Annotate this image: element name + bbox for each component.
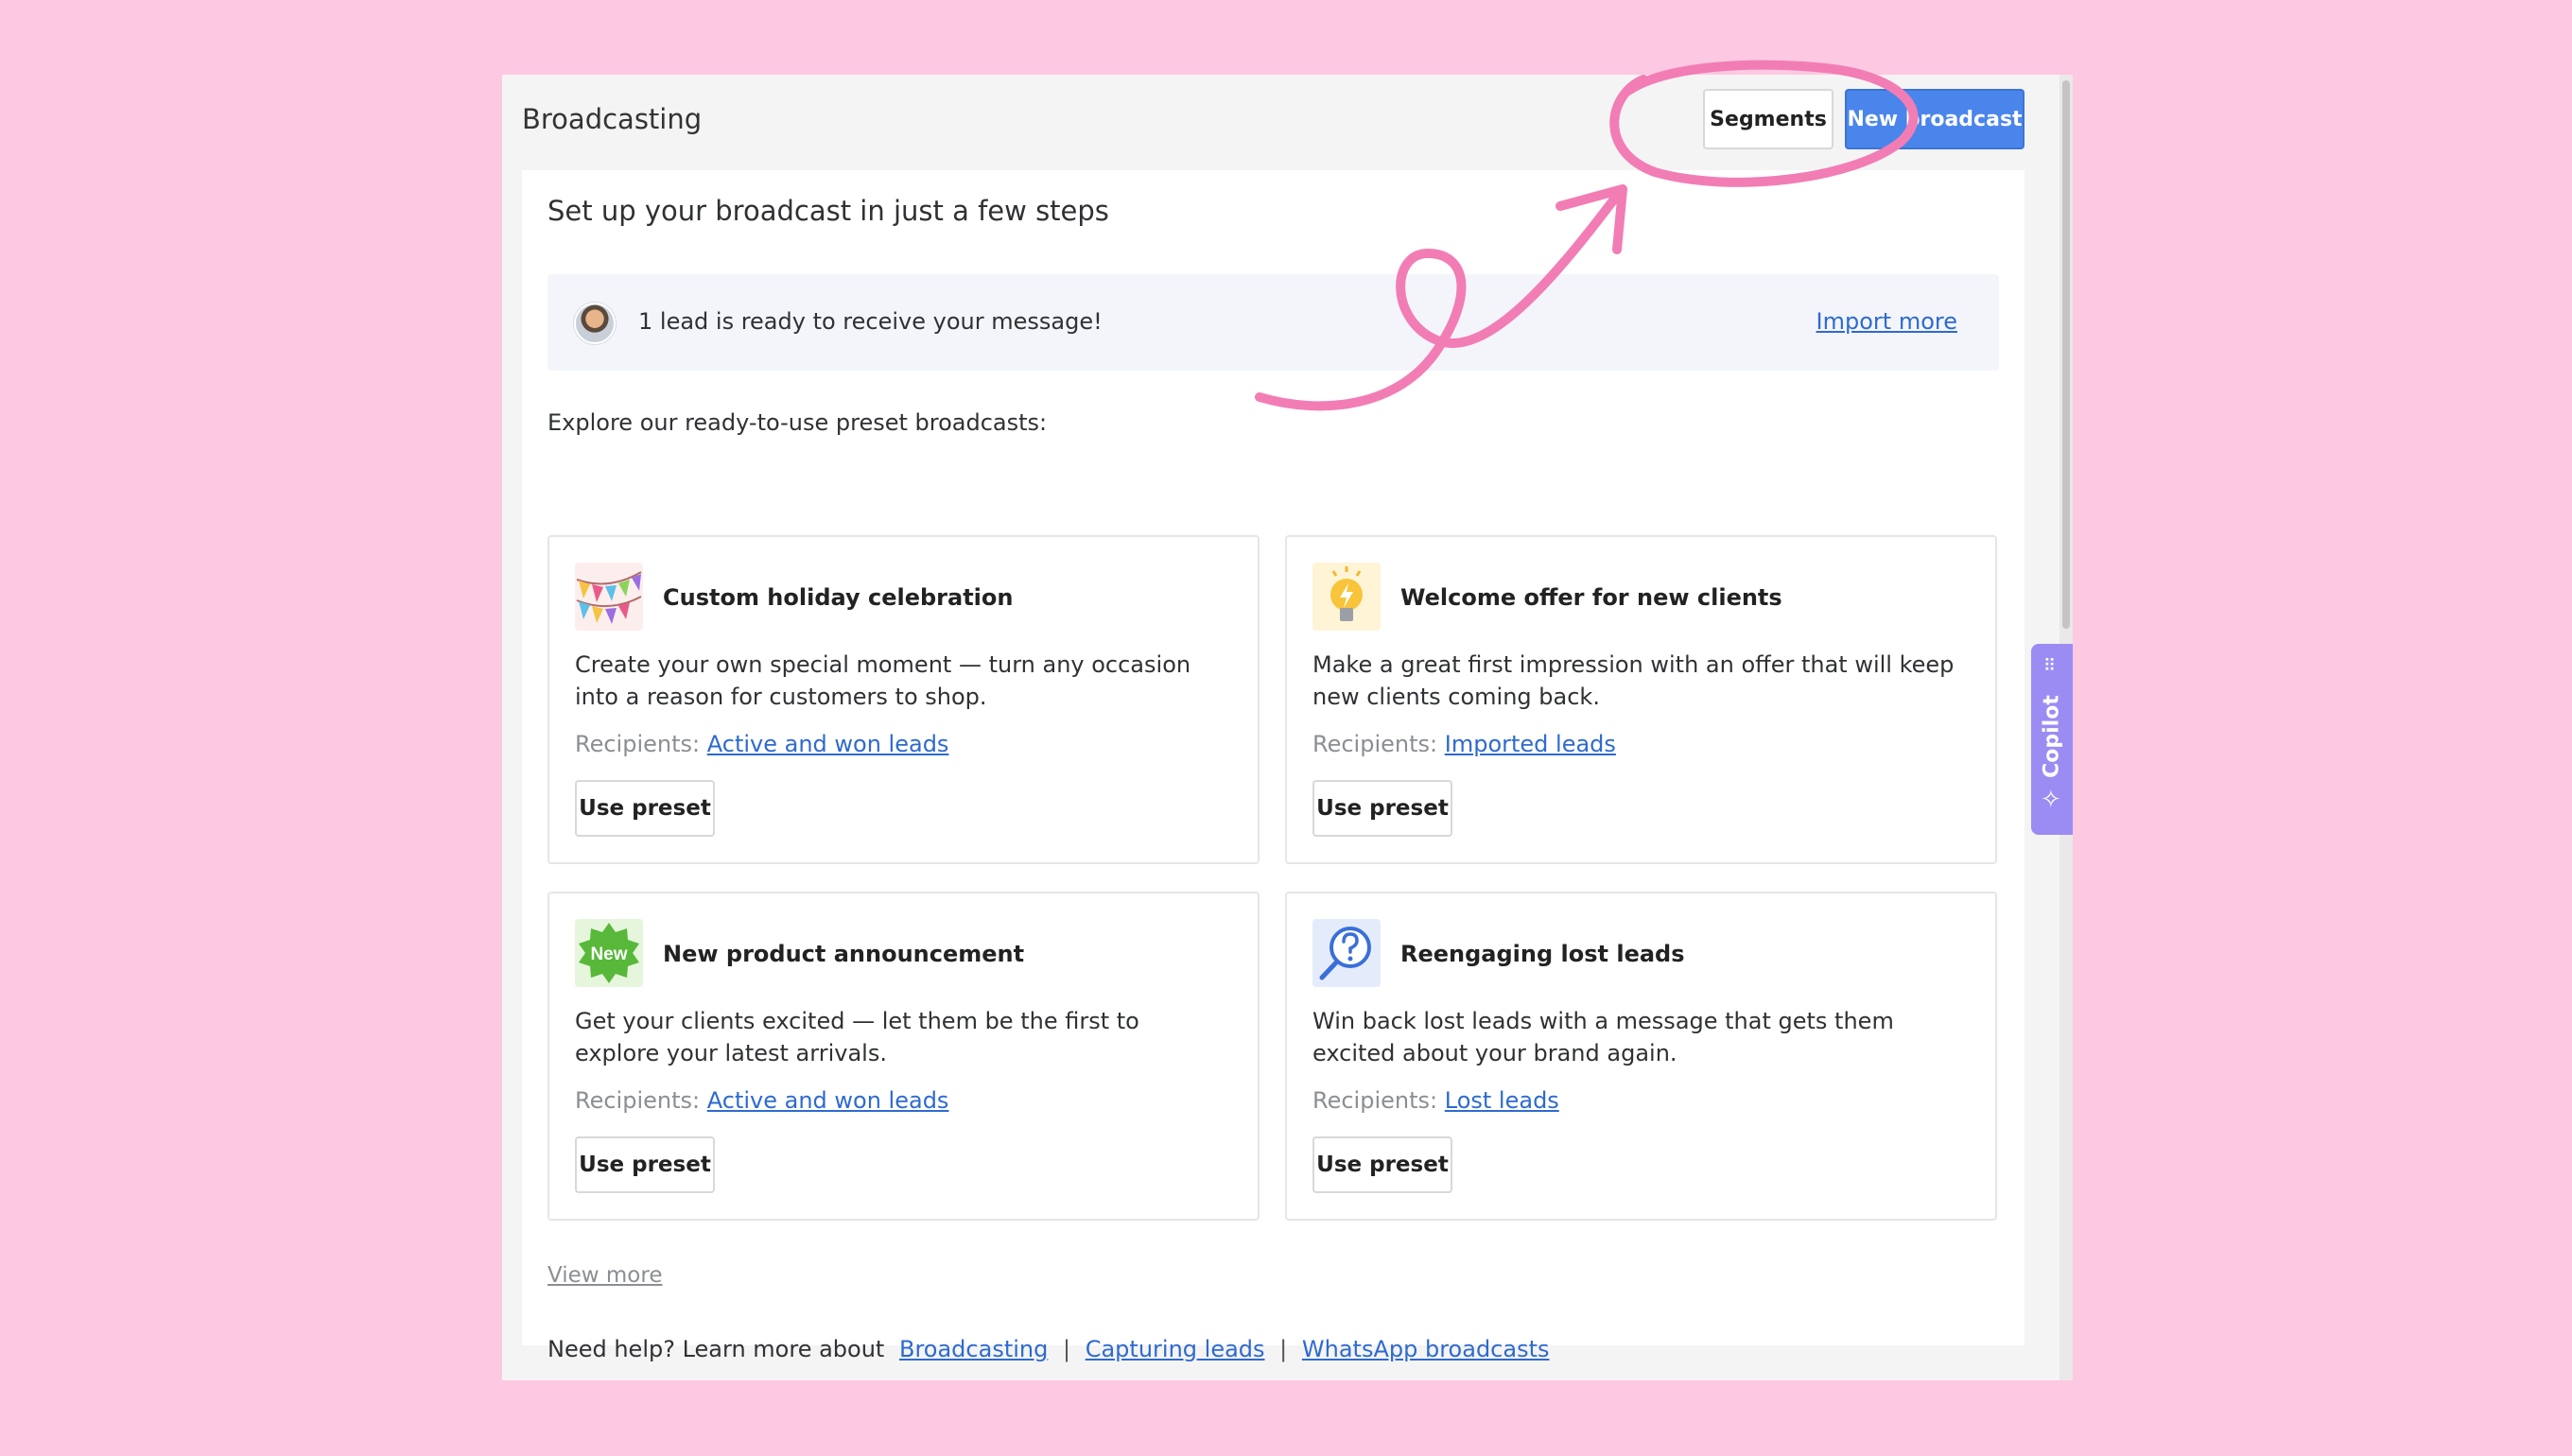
help-line: Need help? Learn more about Broadcasting… [547,1336,1550,1362]
scrollbar-thumb[interactable] [2062,80,2070,629]
help-link-broadcasting[interactable]: Broadcasting [899,1336,1048,1362]
separator: | [1279,1336,1288,1362]
preset-card-new-product: New New product announcement Get your cl… [547,892,1260,1221]
preset-title: New product announcement [663,941,1025,967]
segments-button[interactable]: Segments [1703,89,1833,149]
recipients-label: Recipients: [1312,731,1438,757]
setup-title: Set up your broadcast in just a few step… [547,195,1109,227]
new-badge-text: New [590,945,627,964]
preset-title: Custom holiday celebration [663,584,1014,611]
new-badge-icon: New [575,919,643,987]
lightbulb-icon [1312,563,1381,631]
preset-card-welcome: Welcome offer for new clients Make a gre… [1285,535,1997,864]
help-link-capturing-leads[interactable]: Capturing leads [1086,1336,1265,1362]
lead-message: 1 lead is ready to receive your message! [638,308,1103,335]
recipients-label: Recipients: [1312,1087,1438,1114]
help-prefix: Need help? Learn more about [547,1336,885,1362]
explore-label: Explore our ready-to-use preset broadcas… [547,409,1048,436]
copilot-tab[interactable]: ⠿ Copilot ✧ [2031,644,2073,835]
main-panel: Set up your broadcast in just a few step… [522,170,2025,1362]
lead-banner: 1 lead is ready to receive your message!… [547,274,1999,371]
preset-recipients: Recipients: Imported leads [1312,731,1616,757]
preset-title: Reengaging lost leads [1400,941,1685,967]
recipients-link-active-won[interactable]: Active and won leads [707,1087,949,1114]
preset-description: Get your clients excited — let them be t… [575,1008,1139,1066]
recipients-label: Recipients: [575,731,701,757]
preset-description: Win back lost leads with a message that … [1312,1008,1894,1066]
magnifier-question-icon [1312,919,1381,987]
page-title: Broadcasting [522,103,703,135]
recipients-link-active-won[interactable]: Active and won leads [707,731,949,757]
help-link-whatsapp-broadcasts[interactable]: WhatsApp broadcasts [1302,1336,1550,1362]
preset-description: Make a great first impression with an of… [1312,651,1955,710]
broadcasting-window: Broadcasting Segments New broadcast Set … [502,75,2073,1380]
use-preset-button[interactable]: Use preset [1312,1136,1452,1193]
preset-card-reengage: Reengaging lost leads Win back lost lead… [1285,892,1997,1221]
view-more-link[interactable]: View more [547,1263,662,1288]
preset-title: Welcome offer for new clients [1400,584,1782,611]
avatar [574,303,616,344]
import-more-link[interactable]: Import more [1816,308,1957,335]
preset-recipients: Recipients: Lost leads [1312,1087,1559,1114]
bunting-flags-icon [575,563,643,631]
preset-description: Create your own special moment — turn an… [575,651,1191,710]
drag-grip-icon[interactable]: ⠿ [2043,658,2057,675]
preset-recipients: Recipients: Active and won leads [575,1087,948,1114]
use-preset-button[interactable]: Use preset [575,1136,715,1193]
recipients-link-lost[interactable]: Lost leads [1445,1087,1559,1114]
use-preset-button[interactable]: Use preset [575,780,715,837]
recipients-link-imported[interactable]: Imported leads [1445,731,1616,757]
copilot-label: Copilot [2040,695,2064,778]
preset-card-holiday: Custom holiday celebration Create your o… [547,535,1260,864]
separator: | [1062,1336,1071,1362]
preset-recipients: Recipients: Active and won leads [575,731,948,757]
recipients-label: Recipients: [575,1087,701,1114]
use-preset-button[interactable]: Use preset [1312,780,1452,837]
sparkle-icon: ✧ [2041,786,2061,814]
new-broadcast-button[interactable]: New broadcast [1845,89,2025,149]
